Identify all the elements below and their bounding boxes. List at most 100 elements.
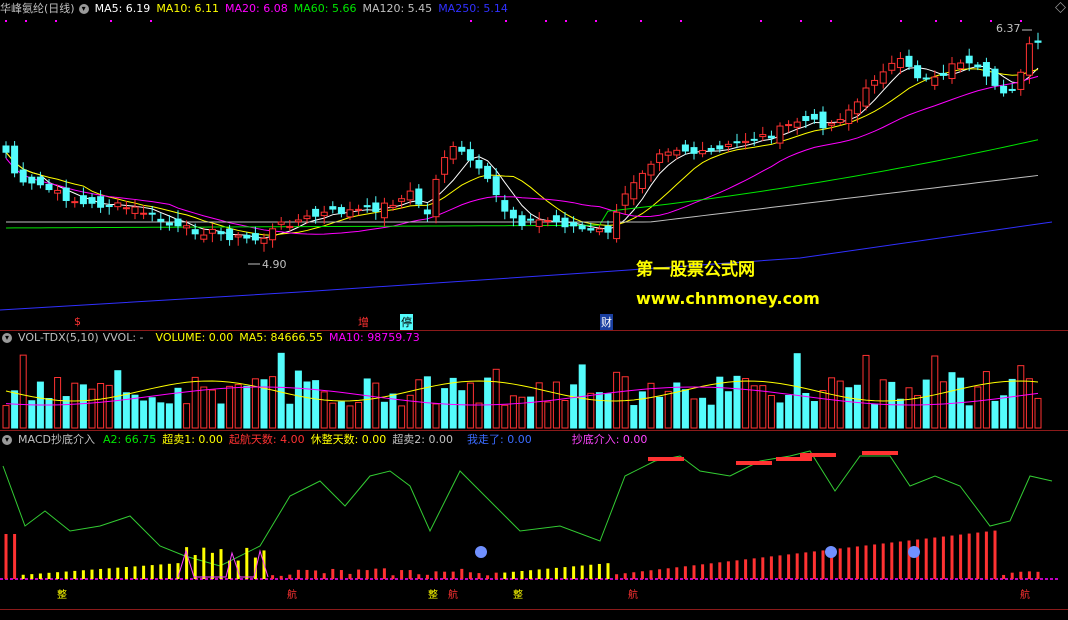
candle-body <box>578 225 586 230</box>
macd-bar <box>288 574 292 579</box>
volume-bar <box>518 396 526 429</box>
event-marker-dollar[interactable]: $ <box>74 315 81 328</box>
macd-bar <box>976 532 980 579</box>
chaodi-value: 抄底介入: 0.00 <box>571 433 648 446</box>
zoule-value: 我走了: 0.00 <box>467 433 532 446</box>
candle-body <box>690 147 698 154</box>
volume-bar <box>1017 365 1025 429</box>
macd-bar <box>503 572 507 579</box>
macd-bar <box>769 556 773 579</box>
candle-body <box>509 209 517 219</box>
candle-body <box>544 220 552 223</box>
volume-bar <box>724 391 732 429</box>
macd-bar <box>193 555 197 579</box>
candle-body <box>931 76 939 86</box>
sell-signal-bar <box>776 457 812 461</box>
volume-bar <box>587 392 595 429</box>
candle-body <box>2 145 10 153</box>
expand-icon[interactable]: ▾ <box>2 333 12 343</box>
candle-body <box>1017 71 1025 90</box>
candle-body <box>518 215 526 226</box>
event-marker-cai[interactable]: 财 <box>600 314 613 330</box>
volume-bar <box>544 401 552 429</box>
macd-bar <box>56 572 60 579</box>
event-marker-zeng[interactable]: 增 <box>358 314 369 330</box>
candle-body <box>862 87 870 107</box>
macd-bar <box>202 547 206 579</box>
macd-bar <box>219 549 223 579</box>
macd-bar <box>580 565 584 579</box>
volume-bar <box>208 389 216 429</box>
candle-body <box>432 178 440 218</box>
macd-bar <box>245 547 249 579</box>
candle-body <box>836 118 844 124</box>
volume-panel[interactable]: ▾ VOL-TDX(5,10) VVOL: - VOLUME: 0.00 MA5: 84… <box>0 331 1068 430</box>
macd-bar <box>675 567 679 579</box>
volume-bar <box>1008 378 1016 429</box>
candle-body <box>165 222 173 226</box>
volume-bar <box>114 370 122 429</box>
volume-bar <box>742 378 750 429</box>
candle-body <box>380 202 388 219</box>
candle-body <box>174 218 182 227</box>
macd-chart[interactable] <box>0 431 1068 609</box>
volume-bar <box>527 396 535 429</box>
candle-body <box>398 198 406 202</box>
macd-bar <box>460 568 464 579</box>
candle-body <box>88 197 96 204</box>
candle-body <box>303 215 311 220</box>
volume-bar <box>79 384 87 429</box>
candle-body <box>535 219 543 227</box>
macd-bar <box>546 568 550 579</box>
volume-bar <box>174 387 182 429</box>
event-marker-ting[interactable]: 停 <box>400 314 413 330</box>
candle-body <box>251 233 259 241</box>
macd-bar <box>683 566 687 579</box>
candle-body <box>105 205 113 208</box>
volume-bar <box>432 403 440 429</box>
macd-bar <box>881 543 885 579</box>
macd-bar <box>554 567 558 579</box>
candle-body <box>785 124 793 127</box>
macd-title: MACD抄底介入 <box>18 433 95 446</box>
candlestick-chart[interactable] <box>0 0 1068 330</box>
macd-bar <box>804 552 808 579</box>
macd-panel[interactable]: ▾ MACD抄底介入 A2: 66.75 超卖1: 0.00 起航天数: 4.00 休整天… <box>0 431 1068 609</box>
volume-bar <box>157 402 165 429</box>
volume-bar <box>1000 395 1008 429</box>
volume-value: VOLUME: 0.00 <box>155 331 234 344</box>
macd-bar <box>597 563 601 579</box>
signal-dot <box>935 20 937 22</box>
macd-bar <box>606 563 610 579</box>
macd-bar <box>589 564 593 579</box>
candle-body <box>965 55 973 64</box>
volume-bar <box>415 379 423 429</box>
volume-bar <box>372 382 380 429</box>
volume-bar <box>329 402 337 429</box>
expand-icon[interactable]: ▾ <box>2 435 12 445</box>
candle-body <box>759 134 767 138</box>
price-panel[interactable]: 华峰氨纶(日线) ▾ MA5: 6.19 MA10: 6.11 MA20: 6.08 MA… <box>0 0 1068 330</box>
chaomai2-value: 超卖2: 0.00 <box>392 433 454 446</box>
macd-bar <box>941 536 945 579</box>
macd-bar <box>692 565 696 579</box>
signal-label: 航 <box>287 590 297 601</box>
macd-bar <box>864 545 868 579</box>
volume-chart[interactable] <box>0 331 1068 430</box>
volume-bar <box>200 386 208 429</box>
volume-bar <box>948 372 956 429</box>
candle-body <box>681 144 689 152</box>
macd-bar <box>167 563 171 579</box>
candle-body <box>79 195 87 205</box>
expand-icon[interactable]: ▾ <box>78 4 89 14</box>
candle-body <box>355 208 363 211</box>
candle-body <box>1008 88 1016 91</box>
volume-bar <box>312 380 320 429</box>
time-axis[interactable] <box>0 609 1068 620</box>
volume-bar <box>286 403 294 429</box>
volume-bar <box>905 387 913 429</box>
ma250-value: MA250: 5.14 <box>438 2 508 15</box>
macd-bar <box>468 572 472 579</box>
volume-bar <box>991 400 999 429</box>
signal-dot <box>25 20 27 22</box>
